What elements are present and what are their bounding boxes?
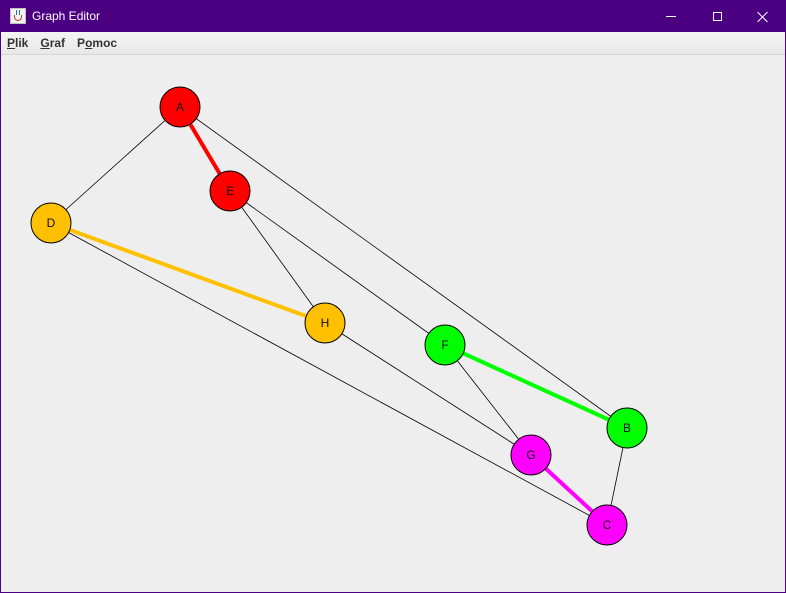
node-d[interactable]: D [30,202,72,244]
menu-mnemonic-letter: o [85,36,93,50]
edge-f-b[interactable] [444,343,628,430]
node-e[interactable]: E [209,170,251,212]
edge-a-d[interactable] [50,106,181,224]
edge-d-h[interactable] [50,221,326,325]
node-label: C [603,518,612,532]
graph-drawing[interactable]: A E D H F B G C [1,55,785,592]
minimize-button[interactable] [648,1,694,32]
menu-bar: Plik Graf Pomoc [1,32,785,55]
graph-canvas[interactable]: A E D H F B G C [1,55,785,592]
node-f[interactable]: F [424,324,466,366]
menu-mnemonic-letter: G [40,36,50,50]
menu-plik[interactable]: Plik [1,33,34,53]
maximize-icon [712,12,722,21]
edge-d-c[interactable] [50,222,608,526]
menu-mnemonic-letter: P [7,36,16,50]
minimize-icon [666,16,676,17]
node-h[interactable]: H [304,302,346,344]
node-a[interactable]: A [159,86,201,128]
node-c[interactable]: C [586,504,628,546]
node-g[interactable]: G [510,434,552,476]
node-label: H [321,316,330,330]
java-cup-shape [14,15,22,21]
node-label: A [176,100,184,114]
window-title: Graph Editor [32,9,101,23]
edge-a-b[interactable] [179,106,628,429]
edge-e-h[interactable] [229,190,326,324]
title-bar[interactable]: Graph Editor [1,1,785,32]
menu-pomoc[interactable]: Pomoc [71,33,123,53]
app-window: Graph Editor Plik Graf Pomoc A E D H F B G C [0,0,786,593]
node-label: E [226,184,234,198]
node-label: F [441,338,448,352]
node-label: D [47,216,56,230]
maximize-button[interactable] [694,1,740,32]
node-b[interactable]: B [606,407,648,449]
close-button[interactable] [740,1,786,32]
close-icon [757,11,769,23]
node-label: G [526,448,535,462]
edge-f-g[interactable] [444,344,532,456]
node-label: B [623,421,631,435]
menu-graf[interactable]: Graf [34,33,71,53]
java-app-icon [10,8,26,24]
